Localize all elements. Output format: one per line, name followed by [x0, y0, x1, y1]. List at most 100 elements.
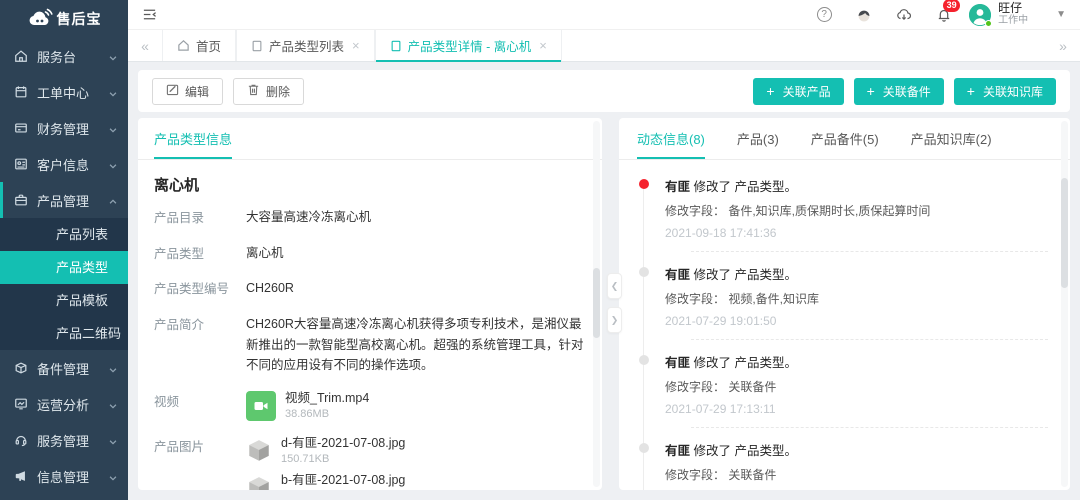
timeline-head: 有匪 修改了 产品类型。 [665, 440, 1048, 459]
timeline-time: 2021-07-29 19:01:50 [665, 314, 1048, 328]
sidebar-subitem-product-list[interactable]: 产品列表 [0, 218, 128, 251]
field-label: 产品目录 [154, 207, 234, 228]
timeline-head: 有匪 修改了 产品类型。 [665, 264, 1048, 283]
chevron-down-icon [108, 435, 118, 445]
field-label: 产品图片 [154, 436, 234, 490]
briefcase-icon [14, 193, 28, 207]
right-panel-scrollbar-thumb[interactable] [1061, 178, 1068, 288]
timeline-user: 有匪 [665, 444, 690, 458]
file-name: b-有匪-2021-07-08.jpg [281, 473, 405, 488]
sidebar-item-label: 运营分析 [37, 395, 108, 414]
timeline-dot [639, 179, 649, 189]
timeline-dot [639, 267, 649, 277]
plus-icon: + [967, 84, 975, 98]
right-panel-scrollbar-track[interactable] [1061, 121, 1068, 487]
field-label: 产品类型 [154, 243, 234, 264]
field-value: CH260R [246, 278, 294, 299]
field-value: 离心机 [246, 243, 284, 264]
timeline-time: 2021-07-29 17:13:11 [665, 402, 1048, 416]
sidebar-item-customer[interactable]: 客户信息 [0, 146, 128, 182]
left-panel-scrollbar-thumb[interactable] [593, 268, 600, 338]
edit-button-label: 编辑 [185, 83, 209, 100]
link-part-label: 关联备件 [883, 83, 931, 100]
cloud-download-icon[interactable] [895, 6, 913, 24]
sidebar-subitem-product-template[interactable]: 产品模板 [0, 284, 128, 317]
tab-product-parts[interactable]: 产品备件(5) [811, 129, 879, 159]
expand-right-icon[interactable]: ❯ [607, 307, 622, 333]
action-toolbar: 编辑 删除 +关联产品 + 关联备件 +关联知识库 [138, 70, 1070, 112]
delete-button[interactable]: 删除 [233, 78, 304, 105]
menu-fold-icon[interactable] [140, 6, 158, 24]
user-menu[interactable]: 旺仔 工作中 [969, 2, 1028, 27]
video-file-item[interactable]: 视频_Trim.mp4 38.86MB [246, 391, 369, 421]
edit-button[interactable]: 编辑 [152, 78, 223, 105]
main-area: ? 39 旺仔 工作中 ▼ [128, 0, 1080, 500]
brand-logo[interactable]: 售后宝 [0, 0, 128, 38]
user-status: 工作中 [998, 15, 1028, 27]
sidebar-item-analytics[interactable]: 运营分析 [0, 386, 128, 422]
sidebar-item-parts[interactable]: 备件管理 [0, 350, 128, 386]
field-label: 视频 [154, 391, 234, 421]
notification-badge: 39 [943, 0, 960, 12]
close-icon[interactable]: × [352, 38, 360, 53]
box-icon [14, 361, 28, 375]
sidebar-item-provider[interactable]: 服务商管理 [0, 494, 128, 500]
home-icon [177, 39, 190, 52]
tab-product-type-info[interactable]: 产品类型信息 [154, 129, 232, 159]
field-value: 大容量高速冷冻离心机 [246, 207, 371, 228]
help-icon[interactable]: ? [815, 6, 833, 24]
edit-icon [166, 83, 179, 99]
file-name: d-有匪-2021-07-08.jpg [281, 436, 405, 451]
field-row: 产品类型 离心机 [154, 243, 586, 264]
timeline-separator [691, 339, 1048, 340]
chevron-down-icon [108, 123, 118, 133]
tab-label: 产品类型详情 - 离心机 [408, 36, 532, 55]
plus-icon: + [766, 84, 774, 98]
sidebar-item-service[interactable]: 服务管理 [0, 422, 128, 458]
product-type-title: 离心机 [154, 174, 586, 195]
link-product-button[interactable]: +关联产品 [753, 78, 843, 105]
sidebar-item-finance[interactable]: 财务管理 [0, 110, 128, 146]
plus-icon: + [867, 84, 875, 98]
topbar: ? 39 旺仔 工作中 ▼ [128, 0, 1080, 30]
link-kb-button[interactable]: +关联知识库 [954, 78, 1056, 105]
link-part-button[interactable]: + 关联备件 [854, 78, 944, 105]
collapse-left-icon[interactable]: ❮ [607, 273, 622, 299]
tab-home[interactable]: 首页 [162, 30, 236, 61]
sidebar-item-label: 产品管理 [37, 191, 108, 210]
sidebar-subitem-product-qrcode[interactable]: 产品二维码 [0, 317, 128, 350]
chevron-down-icon [108, 159, 118, 169]
tabs-scroll-left-icon[interactable]: « [128, 30, 162, 61]
tab-product-type-list[interactable]: 产品类型列表 × [236, 30, 375, 61]
home-icon [14, 49, 28, 63]
notifications-bell-icon[interactable]: 39 [935, 6, 953, 24]
sidebar-item-product[interactable]: 产品管理 [0, 182, 128, 218]
tab-product-type-detail[interactable]: 产品类型详情 - 离心机 × [375, 30, 562, 61]
product-type-detail: 离心机 产品目录 大容量高速冷冻离心机 产品类型 离心机 产品类型编号 CH26… [138, 160, 602, 490]
sidebar-item-helpdesk[interactable]: 服务台 [0, 38, 128, 74]
tab-products[interactable]: 产品(3) [737, 129, 779, 159]
sidebar-subitem-product-type[interactable]: 产品类型 [0, 251, 128, 284]
chevron-down-icon [108, 471, 118, 481]
tabs-scroll-right-icon[interactable]: » [1046, 30, 1080, 61]
app-window: 售后宝 服务台 工单中心 财务管理 客户信息 [0, 0, 1080, 500]
user-caret-down-icon[interactable]: ▼ [1056, 9, 1066, 20]
video-row: 视频 视频_Trim.mp4 38.86MB [154, 391, 586, 421]
sidebar-item-info[interactable]: 信息管理 [0, 458, 128, 494]
image-file-item[interactable]: d-有匪-2021-07-08.jpg150.71KB [246, 436, 407, 466]
image-file-item[interactable]: b-有匪-2021-07-08.jpg199.87KB [246, 473, 407, 490]
product-submenu: 产品列表 产品类型 产品模板 产品二维码 [0, 218, 128, 350]
timeline-item: 有匪 修改了 产品类型。 修改字段： 视频,备件,知识库 2021-07-29 … [639, 264, 1048, 340]
product-type-info-card: 产品类型信息 离心机 产品目录 大容量高速冷冻离心机 产品类型 离心机 [138, 118, 602, 490]
timeline-item: 有匪 修改了 产品类型。 修改字段： 备件,知识库,质保期时长,质保起算时间 2… [639, 176, 1048, 252]
sidebar-item-label: 信息管理 [37, 467, 108, 486]
monitor-chart-icon [14, 397, 28, 411]
sidebar-item-label: 工单中心 [37, 83, 108, 102]
tab-activity-feed[interactable]: 动态信息(8) [637, 129, 705, 159]
close-icon[interactable]: × [539, 38, 547, 53]
support-agent-icon[interactable] [855, 6, 873, 24]
tab-product-kb[interactable]: 产品知识库(2) [911, 129, 992, 159]
timeline-time: 2021-09-18 17:41:36 [665, 226, 1048, 240]
timeline-user: 有匪 [665, 356, 690, 370]
sidebar-item-workorder[interactable]: 工单中心 [0, 74, 128, 110]
